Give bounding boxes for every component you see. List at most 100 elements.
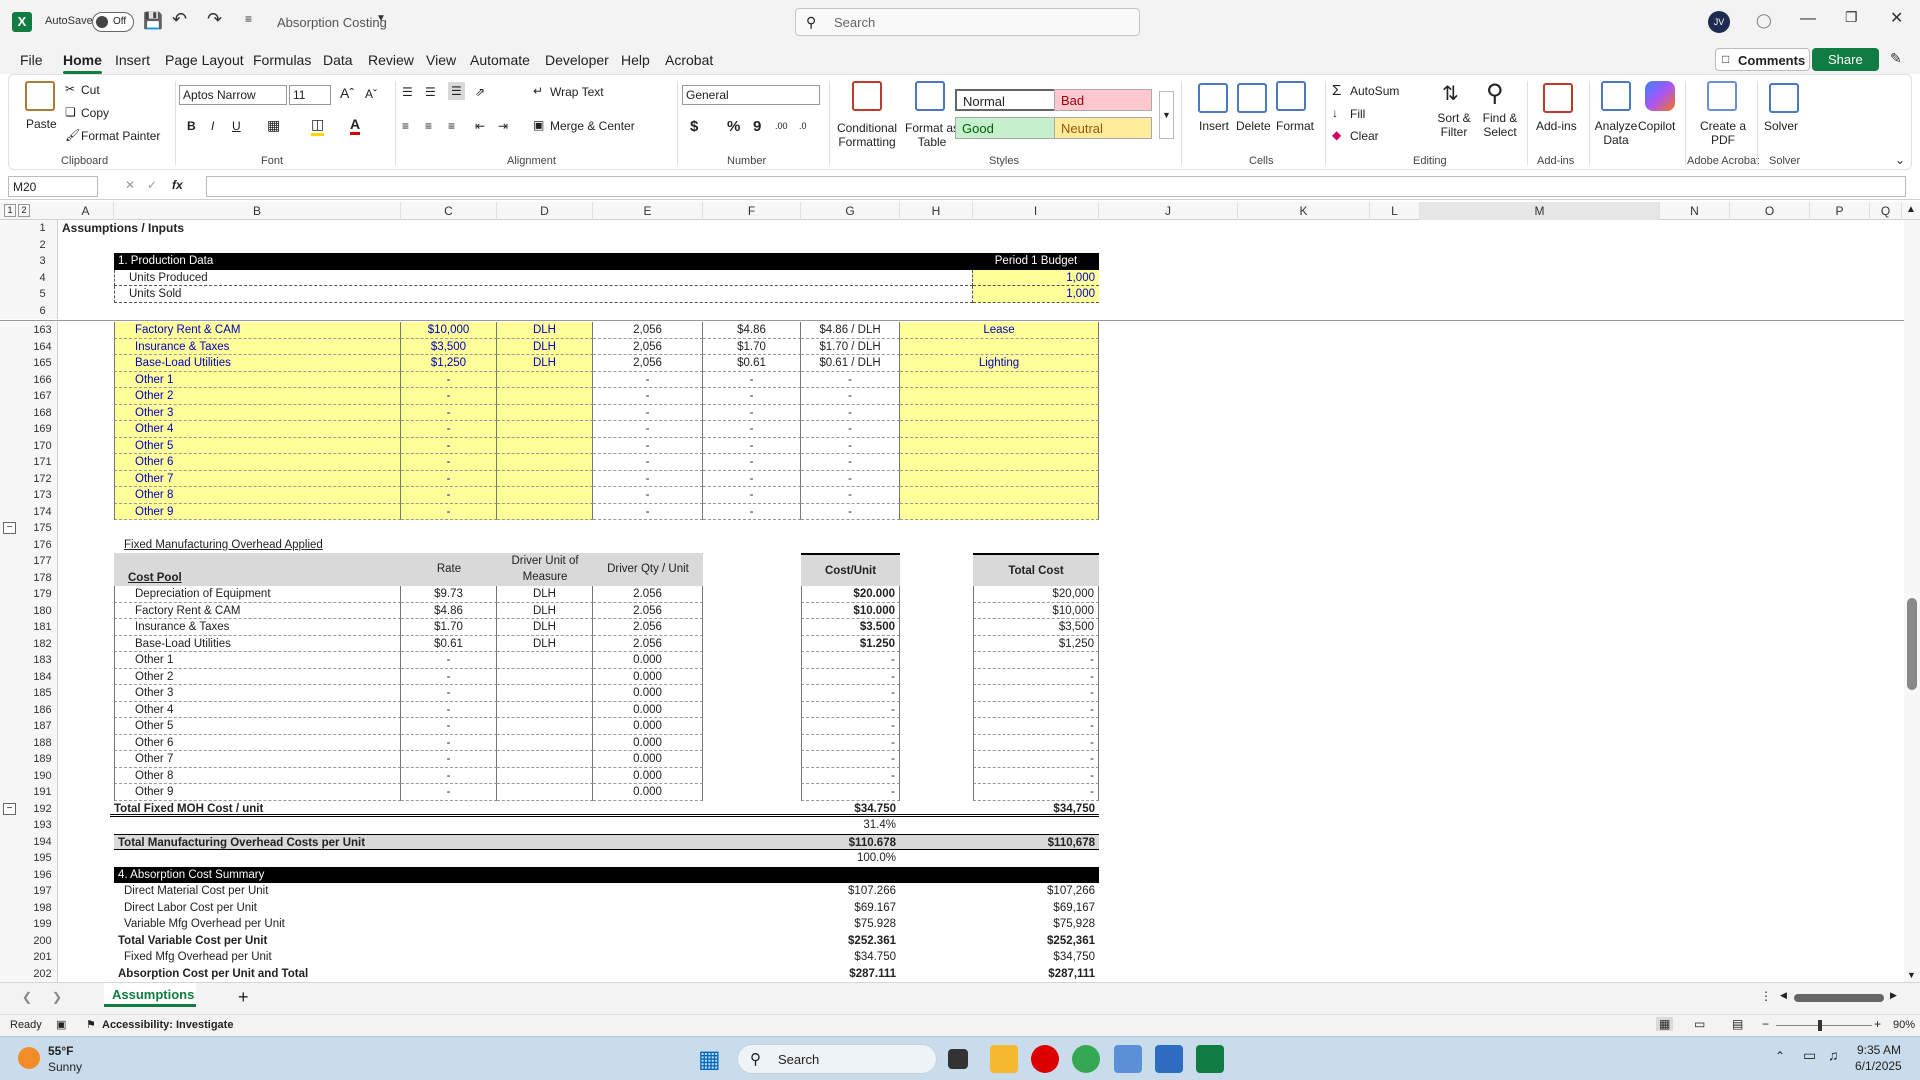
cell-c[interactable]: $1,250 [401, 355, 497, 372]
eraser-icon[interactable]: ◆ [1332, 128, 1341, 142]
copy-icon[interactable]: ❏ [65, 105, 76, 119]
col-n[interactable]: N [1660, 202, 1730, 220]
outline-level-1-button[interactable]: 1 [4, 204, 16, 217]
cell-e[interactable]: 2.056 [593, 586, 703, 603]
cell-c[interactable]: - [401, 734, 497, 751]
sort-filter-icon[interactable]: ⇅ [1442, 81, 1459, 106]
cell-c[interactable]: $10,000 [401, 322, 497, 339]
cancel-icon[interactable]: ✕ [125, 178, 135, 192]
cell-f[interactable]: - [703, 371, 801, 388]
style-normal[interactable]: Normal [955, 89, 1059, 111]
analyze-data-button[interactable]: Analyze Data [1592, 119, 1640, 147]
section-header[interactable]: 1. Production Data [114, 253, 973, 270]
cell-b[interactable]: Other 2 [114, 668, 401, 685]
cell-value[interactable]: 1,000 [973, 269, 1099, 286]
create-pdf-icon[interactable] [1707, 81, 1737, 111]
cell-e[interactable]: 2.056 [593, 635, 703, 652]
cell-b[interactable]: Other 5 [114, 437, 401, 454]
copilot-button[interactable]: Copilot [1638, 119, 1675, 133]
italic-button[interactable]: I [211, 119, 214, 133]
cell-d[interactable] [497, 454, 593, 471]
cell-e[interactable]: - [593, 371, 703, 388]
cell-c[interactable]: - [401, 767, 497, 784]
decrease-decimal-icon[interactable]: .0 [799, 121, 807, 131]
tab-automate[interactable]: Automate [470, 52, 530, 68]
cell-b[interactable]: Insurance & Taxes [114, 619, 401, 636]
cell-i[interactable]: - [973, 767, 1099, 784]
bold-button[interactable]: B [187, 119, 196, 133]
tab-acrobat[interactable]: Acrobat [665, 52, 713, 68]
cell-b[interactable]: Other 1 [114, 371, 401, 388]
tab-help[interactable]: Help [621, 52, 650, 68]
cell-e[interactable]: 2.056 [593, 602, 703, 619]
font-name-select[interactable]: Aptos Narrow [179, 85, 287, 105]
col-d[interactable]: D [497, 202, 593, 220]
comma-icon[interactable]: 9 [753, 118, 761, 135]
col-g[interactable]: G [801, 202, 900, 220]
wrap-text-button[interactable]: Wrap Text [550, 85, 604, 99]
cell-a[interactable]: Direct Labor Cost per Unit [114, 900, 594, 917]
cell-h[interactable] [900, 833, 973, 850]
cell-f[interactable]: - [703, 437, 801, 454]
col-k[interactable]: K [1238, 202, 1370, 220]
cell-c[interactable]: - [401, 454, 497, 471]
col-h[interactable]: H [900, 202, 973, 220]
addins-button[interactable]: Add-ins [1536, 119, 1577, 133]
zoom-in-icon[interactable]: + [1874, 1017, 1881, 1031]
cell-g[interactable]: $4.86 / DLH [801, 322, 900, 339]
cell-c[interactable]: - [401, 685, 497, 702]
format-painter-button[interactable]: Format Painter [81, 129, 160, 143]
cell-c[interactable]: - [401, 371, 497, 388]
cell-i[interactable]: $1,250 [973, 635, 1099, 652]
cell-h[interactable] [900, 338, 1099, 355]
windows-start-icon[interactable]: ▦ [698, 1045, 721, 1074]
cell-b[interactable]: Other 7 [114, 751, 401, 768]
cell-g[interactable]: $107.266 [801, 883, 900, 900]
cut-button[interactable]: Cut [81, 83, 100, 97]
tab-insert[interactable]: Insert [115, 52, 150, 68]
cell-g[interactable]: - [801, 718, 900, 735]
clear-button[interactable]: Clear [1350, 129, 1379, 143]
cell-d[interactable] [497, 767, 593, 784]
orientation-icon[interactable]: ⇗ [475, 85, 485, 99]
merge-center-button[interactable]: Merge & Center [550, 119, 635, 133]
collapse-group-button[interactable]: − [3, 802, 16, 815]
cell-d[interactable] [497, 487, 593, 504]
cell-a[interactable]: 4. Absorption Cost Summary [114, 866, 1099, 883]
cell-e[interactable]: 0.000 [593, 685, 703, 702]
cell-c[interactable]: - [401, 503, 497, 520]
cell-b[interactable]: Other 4 [114, 421, 401, 438]
scrollbar-thumb[interactable] [1907, 598, 1917, 690]
percent-icon[interactable]: % [727, 118, 740, 135]
cell-c[interactable]: - [401, 718, 497, 735]
cell-a[interactable]: Total Manufacturing Overhead Costs per U… [114, 833, 801, 850]
cell-b[interactable]: Depreciation of Equipment [114, 586, 401, 603]
save-icon[interactable]: 💾 [143, 11, 163, 31]
cell-f[interactable]: - [703, 470, 801, 487]
cell-b[interactable]: Other 8 [114, 767, 401, 784]
cell-i[interactable]: $107,266 [973, 883, 1099, 900]
insert-cells-button[interactable]: Insert [1199, 119, 1229, 133]
cell-c[interactable]: - [401, 652, 497, 669]
cell-g[interactable]: 31.4% [801, 817, 900, 834]
cell-d[interactable] [497, 652, 593, 669]
style-neutral[interactable]: Neutral [1054, 117, 1152, 139]
cell-b[interactable]: Base-Load Utilities [114, 355, 401, 372]
cell-c[interactable]: - [401, 421, 497, 438]
col-o[interactable]: O [1730, 202, 1810, 220]
cell-d[interactable]: DLH [497, 355, 593, 372]
cell-b[interactable]: Insurance & Taxes [114, 338, 401, 355]
decrease-indent-icon[interactable]: ⇤ [475, 119, 485, 133]
cell-a[interactable]: Variable Mfg Overhead per Unit [114, 916, 594, 933]
cell-d[interactable]: DLH [497, 635, 593, 652]
align-middle-icon[interactable]: ☰ [425, 85, 436, 99]
name-box[interactable]: M20 [8, 176, 98, 197]
scroll-down-icon[interactable]: ▼ [1907, 970, 1916, 980]
cell-h[interactable] [900, 388, 1099, 405]
cell-i[interactable]: $252,361 [973, 933, 1099, 950]
cell-e[interactable]: - [593, 404, 703, 421]
page-break-view-icon[interactable]: ▤ [1732, 1017, 1743, 1031]
cell-e[interactable]: 0.000 [593, 668, 703, 685]
cell-e[interactable]: 0.000 [593, 701, 703, 718]
merge-center-icon[interactable]: ▣ [533, 118, 544, 132]
